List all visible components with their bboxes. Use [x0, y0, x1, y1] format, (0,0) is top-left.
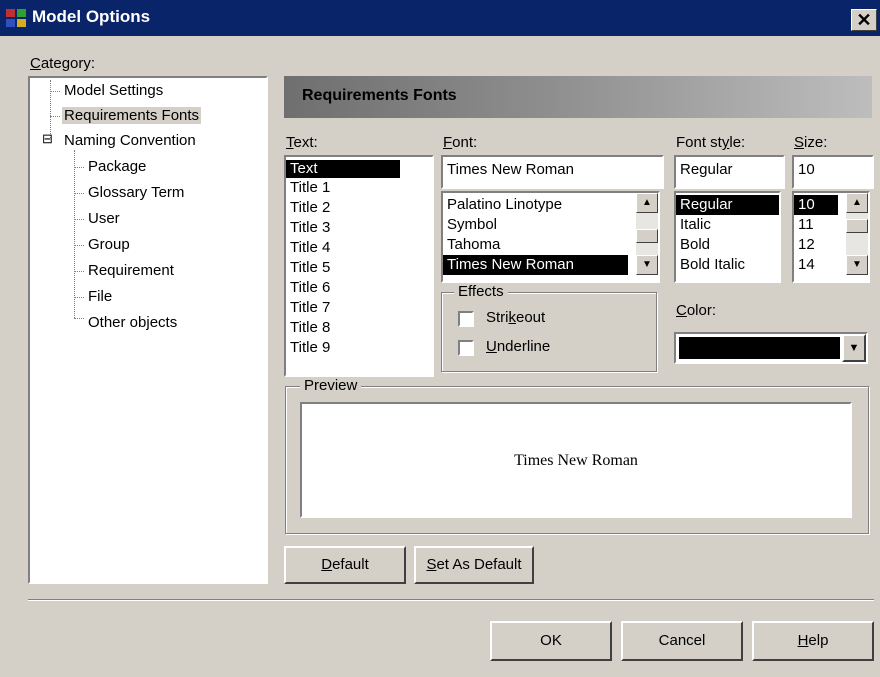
text-list-item[interactable]: Title 8: [286, 318, 432, 338]
font-style-item[interactable]: Bold: [676, 235, 779, 255]
size-list[interactable]: 10 11 12 14 ▲ ▼: [792, 191, 870, 283]
color-label: Color:: [676, 302, 717, 319]
close-button[interactable]: ✕: [851, 9, 877, 31]
size-list-scrollbar[interactable]: ▲ ▼: [846, 193, 868, 275]
text-list-item[interactable]: Title 5: [286, 258, 432, 278]
scroll-up-icon[interactable]: ▲: [636, 193, 658, 213]
effects-group: [441, 292, 657, 372]
tree-item-naming-convention[interactable]: Naming Convention: [64, 132, 196, 149]
text-list[interactable]: Text Title 1 Title 2 Title 3 Title 4 Tit…: [284, 155, 434, 377]
font-style-item[interactable]: Italic: [676, 215, 779, 235]
font-list-item[interactable]: Palatino Linotype: [443, 195, 628, 215]
tree-item-package[interactable]: Package: [88, 158, 146, 175]
color-swatch: [679, 337, 840, 359]
font-list-item[interactable]: Times New Roman: [443, 255, 628, 275]
text-list-item[interactable]: Title 1: [286, 178, 432, 198]
font-style-input[interactable]: Regular: [674, 155, 785, 189]
cancel-button[interactable]: Cancel: [621, 621, 743, 661]
font-style-item[interactable]: Regular: [676, 195, 779, 215]
scroll-down-icon[interactable]: ▼: [636, 255, 658, 275]
tree-item-user[interactable]: User: [88, 210, 120, 227]
tree-item-requirements-fonts[interactable]: Requirements Fonts: [62, 107, 202, 124]
text-label: Text:: [286, 134, 318, 151]
effects-title: Effects: [454, 283, 508, 300]
underline-label[interactable]: Underline: [486, 338, 550, 355]
text-list-item[interactable]: Title 3: [286, 218, 432, 238]
preview-box: Times New Roman: [300, 402, 852, 518]
scroll-thumb[interactable]: [636, 229, 658, 243]
separator: [28, 599, 874, 601]
underline-checkbox[interactable]: [458, 340, 474, 356]
tree-item-requirement[interactable]: Requirement: [88, 262, 174, 279]
font-list-item[interactable]: Symbol: [443, 215, 628, 235]
help-button[interactable]: Help: [752, 621, 874, 661]
preview-sample-text: Times New Roman: [514, 452, 638, 469]
scroll-down-icon[interactable]: ▼: [846, 255, 868, 275]
category-tree[interactable]: Model Settings Requirements Fonts ⊟ Nami…: [28, 76, 268, 584]
font-list-scrollbar[interactable]: ▲ ▼: [636, 193, 658, 275]
font-list[interactable]: Palatino Linotype Symbol Tahoma Times Ne…: [441, 191, 660, 283]
size-item[interactable]: 10: [794, 195, 838, 215]
tree-item-glossary-term[interactable]: Glossary Term: [88, 184, 184, 201]
font-style-item[interactable]: Bold Italic: [676, 255, 779, 275]
text-list-item[interactable]: Text: [286, 160, 400, 178]
strikeout-checkbox[interactable]: [458, 311, 474, 327]
size-label: Size:: [794, 134, 828, 151]
chevron-down-icon[interactable]: ▼: [842, 334, 866, 362]
font-style-list[interactable]: Regular Italic Bold Bold Italic: [674, 191, 781, 283]
color-dropdown[interactable]: ▼: [674, 332, 868, 364]
font-label: Font:: [443, 134, 478, 151]
scroll-thumb[interactable]: [846, 219, 868, 233]
ok-button[interactable]: OK: [490, 621, 612, 661]
tree-item-other-objects[interactable]: Other objects: [88, 314, 177, 331]
size-item[interactable]: 14: [794, 255, 838, 275]
window-title: Model Options: [32, 7, 151, 26]
tree-item-model-settings[interactable]: Model Settings: [64, 82, 163, 99]
font-input[interactable]: Times New Roman: [441, 155, 664, 189]
font-list-item[interactable]: Tahoma: [443, 235, 628, 255]
scroll-up-icon[interactable]: ▲: [846, 193, 868, 213]
text-list-item[interactable]: Title 9: [286, 338, 432, 358]
collapse-icon[interactable]: ⊟: [42, 132, 53, 146]
panel-title: Requirements Fonts: [302, 87, 457, 104]
size-input[interactable]: 10: [792, 155, 874, 189]
size-item[interactable]: 12: [794, 235, 838, 255]
text-list-item[interactable]: Title 6: [286, 278, 432, 298]
font-style-label: Font style:: [676, 134, 746, 151]
tree-item-group[interactable]: Group: [88, 236, 130, 253]
text-list-item[interactable]: Title 2: [286, 198, 432, 218]
app-icon: [6, 9, 26, 27]
category-label: Category:: [30, 55, 96, 72]
default-button[interactable]: Default: [284, 546, 406, 584]
preview-title: Preview: [300, 377, 362, 394]
set-as-default-button[interactable]: Set As Default: [414, 546, 534, 584]
text-list-item[interactable]: Title 7: [286, 298, 432, 318]
tree-item-file[interactable]: File: [88, 288, 112, 305]
size-item[interactable]: 11: [794, 215, 838, 235]
text-list-item[interactable]: Title 4: [286, 238, 432, 258]
strikeout-label[interactable]: Strikeout: [486, 309, 545, 326]
